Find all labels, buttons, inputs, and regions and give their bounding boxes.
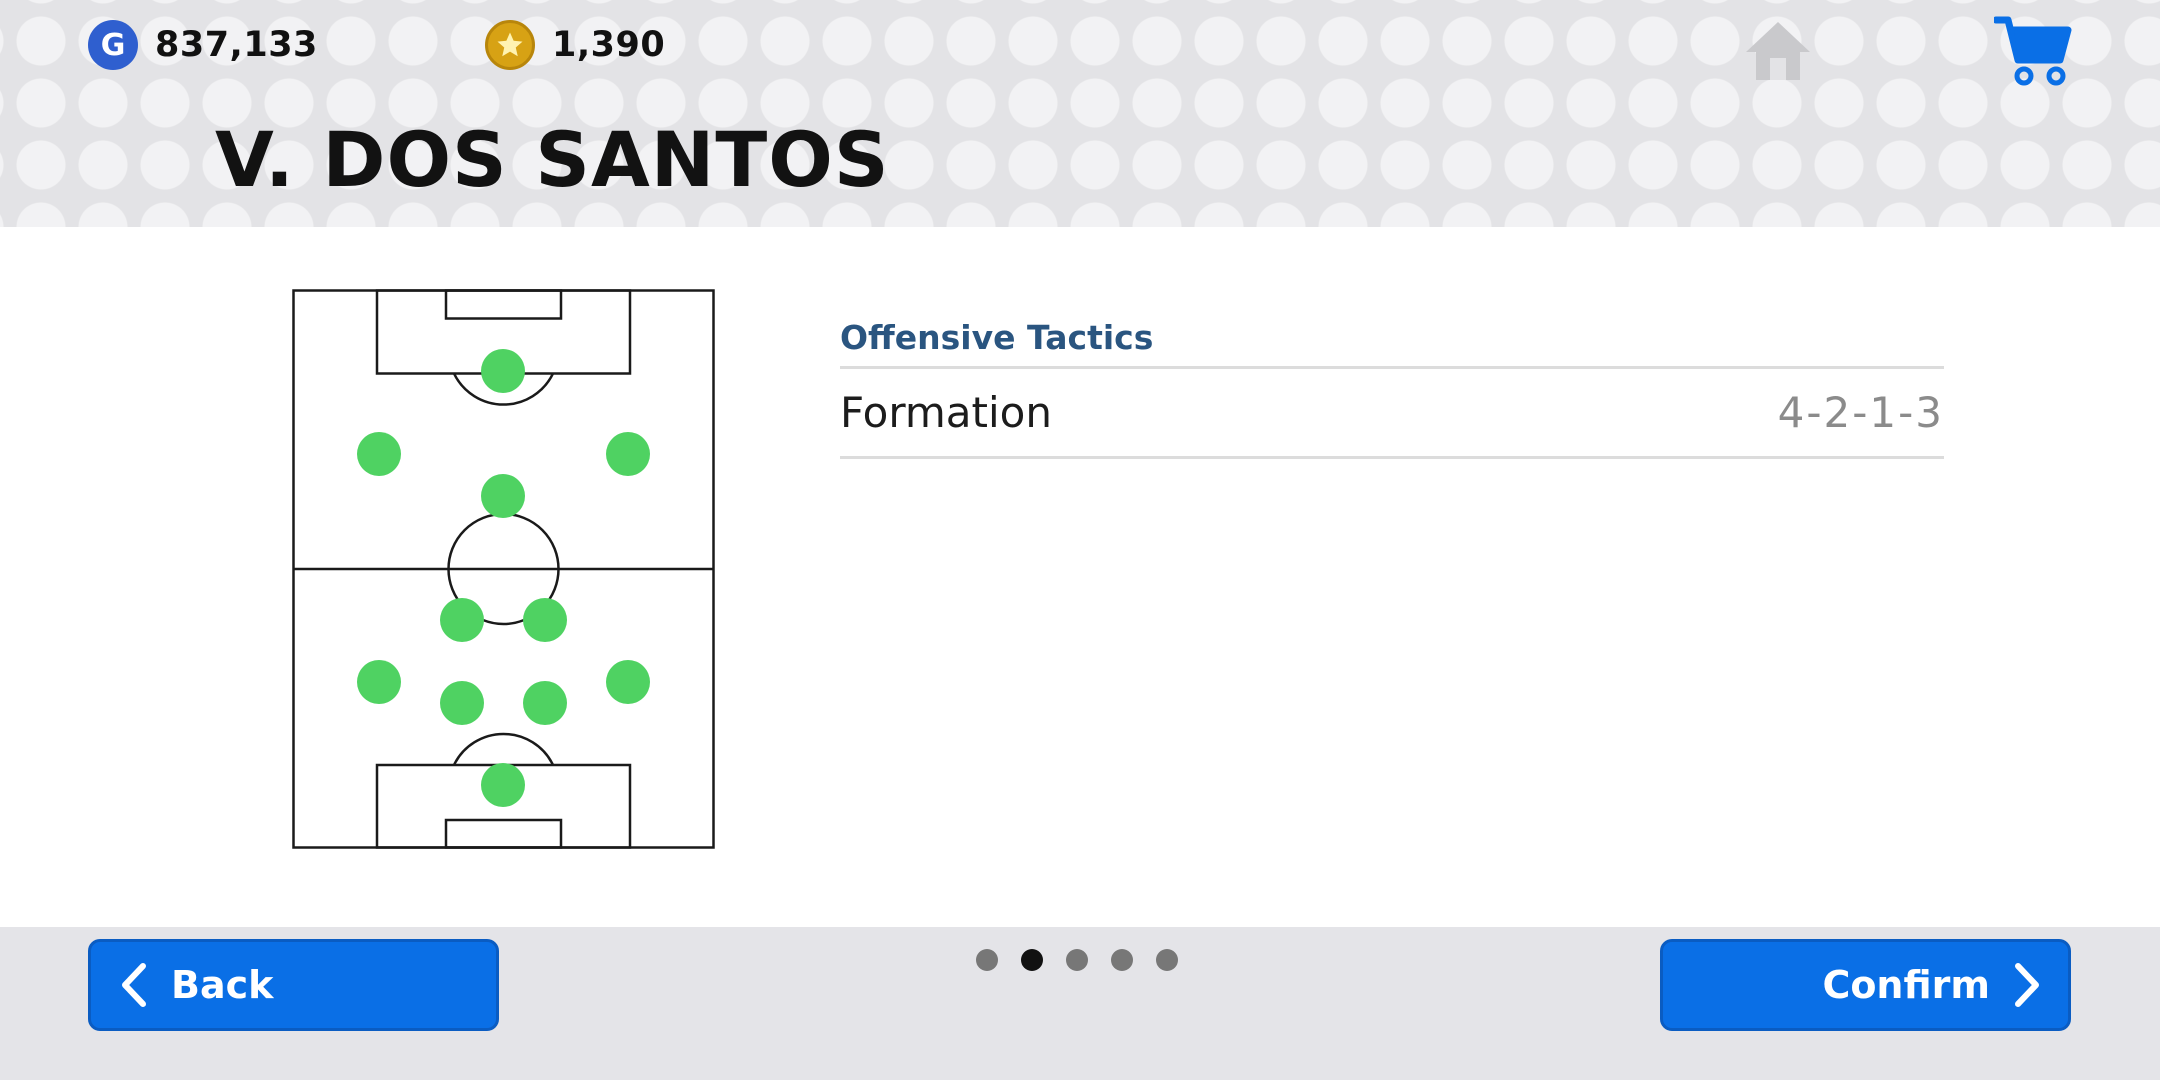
- section-title: Offensive Tactics: [840, 313, 1944, 369]
- tactics-panel: Offensive Tactics Formation 4-2-1-3: [840, 313, 1944, 459]
- player-position-dot-5: [440, 598, 484, 642]
- gp-balance: G 837,133: [88, 20, 318, 70]
- player-position-dot-10: [523, 681, 567, 725]
- shopping-cart-icon[interactable]: [1992, 12, 2074, 88]
- coin-value: 1,390: [552, 25, 666, 65]
- bottom-penalty-arc: [452, 732, 555, 766]
- gp-coin-icon: G: [88, 20, 138, 70]
- page-dot-5[interactable]: [1156, 949, 1178, 971]
- formation-pitch-diagram: [292, 289, 715, 849]
- page-dot-1[interactable]: [976, 949, 998, 971]
- star-coin-icon: [485, 20, 535, 70]
- confirm-label: Confirm: [1822, 963, 1990, 1007]
- top-goal-box: [444, 289, 563, 320]
- chevron-right-icon: [2015, 963, 2039, 1007]
- player-name: V. DOS SANTOS: [215, 115, 890, 204]
- back-button[interactable]: Back: [88, 939, 499, 1031]
- player-position-dot-7: [357, 660, 401, 704]
- coin-balance: 1,390: [485, 20, 665, 70]
- setting-label: Formation: [840, 388, 1052, 437]
- bottom-bar: Back Confirm: [0, 927, 2160, 1080]
- back-label: Back: [171, 963, 274, 1007]
- tactics-content: Offensive Tactics Formation 4-2-1-3: [0, 227, 2160, 927]
- formation-row[interactable]: Formation 4-2-1-3: [840, 369, 1944, 459]
- page-indicator: [976, 949, 1178, 971]
- player-position-dot-6: [523, 598, 567, 642]
- page-dot-3[interactable]: [1066, 949, 1088, 971]
- player-position-dot-11: [481, 763, 525, 807]
- gp-value: 837,133: [155, 25, 318, 65]
- player-position-dot-3: [606, 432, 650, 476]
- page-dot-4[interactable]: [1111, 949, 1133, 971]
- page-dot-2[interactable]: [1021, 949, 1043, 971]
- player-position-dot-9: [440, 681, 484, 725]
- player-position-dot-1: [481, 349, 525, 393]
- top-bar: G 837,133 1,390 V. DOS SANTOS: [0, 0, 2160, 227]
- confirm-button[interactable]: Confirm: [1660, 939, 2071, 1031]
- player-position-dot-2: [357, 432, 401, 476]
- setting-value: 4-2-1-3: [1777, 388, 1944, 437]
- player-position-dot-4: [481, 474, 525, 518]
- chevron-left-icon: [122, 963, 146, 1007]
- player-position-dot-8: [606, 660, 650, 704]
- gp-letter: G: [100, 27, 126, 63]
- home-icon[interactable]: [1742, 18, 1814, 84]
- bottom-goal-box: [444, 818, 563, 849]
